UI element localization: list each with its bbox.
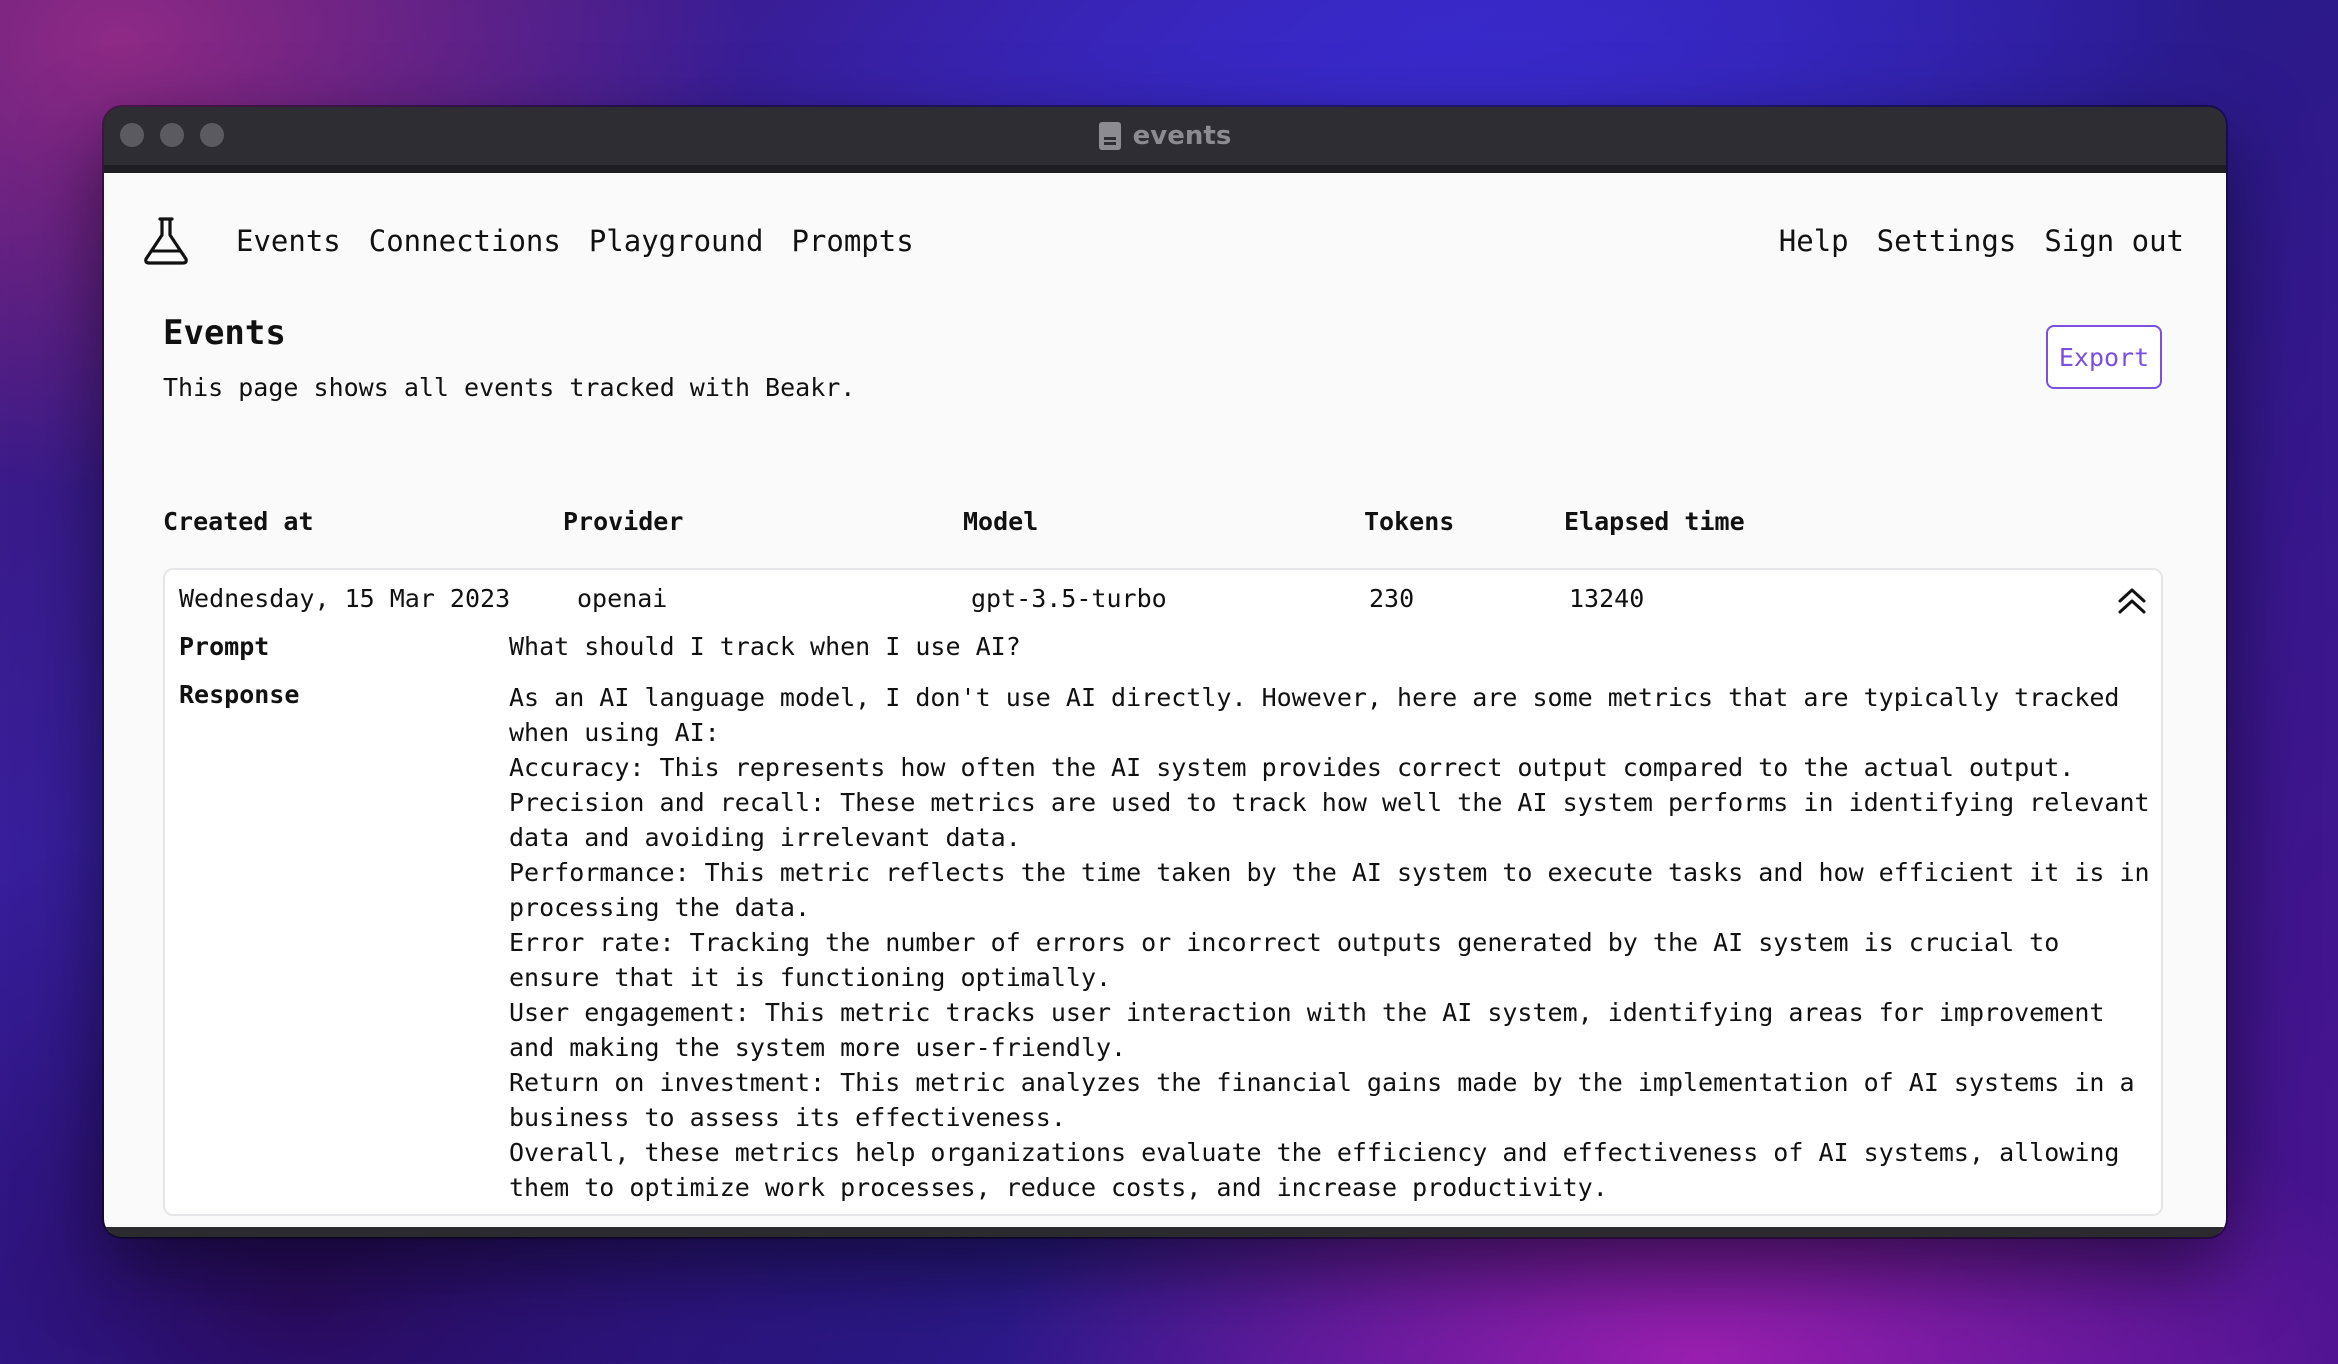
- window-title-text: events: [1132, 121, 1232, 151]
- event-elapsed-time: 13240: [1569, 584, 1645, 613]
- response-line: Return on investment: This metric analyz…: [509, 1068, 2135, 1132]
- response-line: User engagement: This metric tracks user…: [509, 998, 2105, 1062]
- response-label: Response: [179, 680, 300, 709]
- page-content: Events Connections Playground Prompts He…: [104, 173, 2226, 1233]
- response-text: As an AI language model, I don't use AI …: [509, 680, 2159, 1205]
- event-created-at: Wednesday, 15 Mar 2023: [179, 584, 511, 613]
- column-header-created-at[interactable]: Created at: [163, 507, 314, 536]
- response-line: Accuracy: This represents how often the …: [509, 753, 2075, 782]
- close-window-button[interactable]: [120, 123, 144, 147]
- nav-sign-out[interactable]: Sign out: [2044, 224, 2184, 258]
- nav-right: Help Settings Sign out: [1751, 224, 2184, 258]
- event-model: gpt-3.5-turbo: [971, 584, 1167, 613]
- event-row[interactable]: Wednesday, 15 Mar 2023 openai gpt-3.5-tu…: [163, 568, 2163, 1216]
- event-tokens: 230: [1369, 584, 1415, 613]
- response-line: Error rate: Tracking the number of error…: [509, 928, 2060, 992]
- page-title: Events: [163, 313, 286, 353]
- nav-playground[interactable]: Playground: [589, 224, 764, 258]
- nav-connections[interactable]: Connections: [369, 224, 561, 258]
- column-header-tokens[interactable]: Tokens: [1364, 507, 1454, 536]
- title-bar: events: [104, 107, 2226, 173]
- nav-prompts[interactable]: Prompts: [791, 224, 913, 258]
- zoom-window-button[interactable]: [200, 123, 224, 147]
- page-description: This page shows all events tracked with …: [163, 373, 856, 402]
- nav-settings[interactable]: Settings: [1877, 224, 2017, 258]
- chevron-double-up-icon[interactable]: [2115, 584, 2149, 618]
- document-icon: [1098, 122, 1121, 150]
- response-line: Overall, these metrics help organization…: [509, 1138, 2120, 1202]
- top-nav: Events Connections Playground Prompts He…: [140, 211, 2184, 271]
- nav-help[interactable]: Help: [1779, 224, 1849, 258]
- column-header-model[interactable]: Model: [963, 507, 1038, 536]
- event-provider: openai: [577, 584, 668, 613]
- minimize-window-button[interactable]: [160, 123, 184, 147]
- response-line: Precision and recall: These metrics are …: [509, 788, 2150, 852]
- export-button[interactable]: Export: [2046, 325, 2162, 389]
- flask-icon[interactable]: [140, 215, 192, 267]
- window-title: events: [1098, 121, 1232, 151]
- nav-events[interactable]: Events: [236, 224, 341, 258]
- prompt-label: Prompt: [179, 632, 270, 661]
- column-header-provider[interactable]: Provider: [563, 507, 683, 536]
- response-line: As an AI language model, I don't use AI …: [509, 683, 2120, 747]
- response-line: Performance: This metric reflects the ti…: [509, 858, 2150, 922]
- column-header-elapsed-time[interactable]: Elapsed time: [1564, 507, 1745, 536]
- window-bottom-edge: [104, 1227, 2226, 1237]
- app-window: events Events Connections Playground Pro…: [104, 107, 2226, 1237]
- window-controls: [120, 123, 224, 147]
- prompt-text: What should I track when I use AI?: [509, 632, 1021, 661]
